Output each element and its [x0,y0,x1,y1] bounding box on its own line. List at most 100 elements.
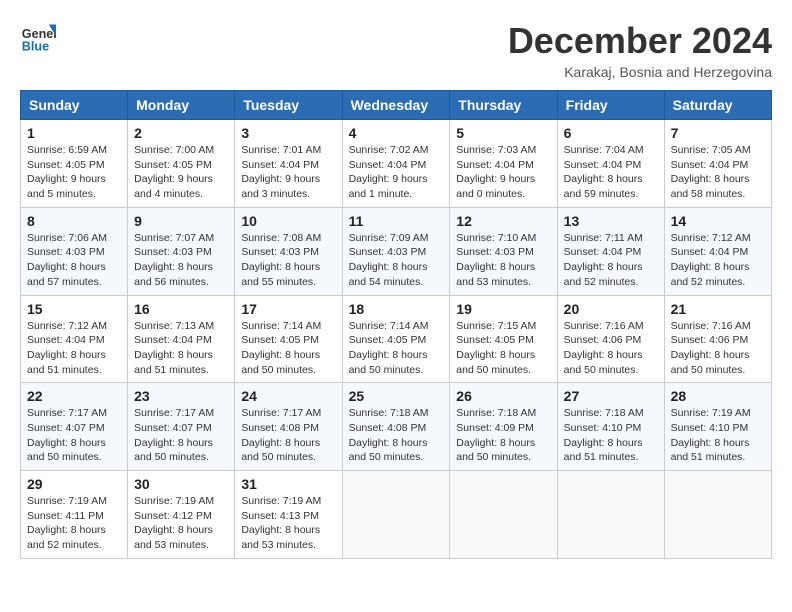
calendar-week-2: 8 Sunrise: 7:06 AMSunset: 4:03 PMDaylight… [21,207,772,295]
calendar-cell: 2Sunrise: 7:00 AMSunset: 4:05 PMDaylight… [128,120,235,208]
day-number: 18 [349,301,444,317]
calendar-cell: 30Sunrise: 7:19 AMSunset: 4:12 PMDayligh… [128,471,235,559]
day-number: 11 [349,213,444,229]
day-info: Sunrise: 7:19 AMSunset: 4:13 PMDaylight:… [241,494,335,553]
day-info: Sunrise: 7:08 AMSunset: 4:03 PMDaylight:… [241,231,335,290]
day-number: 26 [456,388,550,404]
day-info: Sunrise: 7:19 AMSunset: 4:11 PMDaylight:… [27,494,121,553]
day-info: Sunrise: 7:02 AMSunset: 4:04 PMDaylight:… [349,143,444,202]
day-number: 25 [349,388,444,404]
day-number: 24 [241,388,335,404]
calendar-week-5: 29 Sunrise: 7:19 AMSunset: 4:11 PMDayligh… [21,471,772,559]
day-number: 19 [456,301,550,317]
day-number: 13 [564,213,658,229]
day-info: Sunrise: 7:17 AMSunset: 4:07 PMDaylight:… [134,406,228,465]
calendar-cell: 12Sunrise: 7:10 AMSunset: 4:03 PMDayligh… [450,207,557,295]
day-number: 9 [134,213,228,229]
day-number: 8 [27,213,121,229]
calendar-cell: 31 Sunrise: 7:19 AMSunset: 4:13 PMDayligh… [235,471,342,559]
page-header: General Blue December 2024 Karakaj, Bosn… [20,20,772,80]
calendar-cell: 3 Sunrise: 7:01 AMSunset: 4:04 PMDaylight… [235,120,342,208]
calendar-cell: 29 Sunrise: 7:19 AMSunset: 4:11 PMDayligh… [21,471,128,559]
month-title: December 2024 [508,20,772,62]
day-number: 29 [27,476,121,492]
calendar-header-row: SundayMondayTuesdayWednesdayThursdayFrid… [21,91,772,120]
calendar-cell: 14 Sunrise: 7:12 AMSunset: 4:04 PMDayligh… [664,207,771,295]
calendar-cell: 19Sunrise: 7:15 AMSunset: 4:05 PMDayligh… [450,295,557,383]
calendar-cell: 8 Sunrise: 7:06 AMSunset: 4:03 PMDaylight… [21,207,128,295]
location: Karakaj, Bosnia and Herzegovina [508,64,772,80]
calendar-cell: 11 Sunrise: 7:09 AMSunset: 4:03 PMDayligh… [342,207,450,295]
calendar-cell: 18 Sunrise: 7:14 AMSunset: 4:05 PMDayligh… [342,295,450,383]
day-info: Sunrise: 6:59 AMSunset: 4:05 PMDaylight:… [27,143,121,202]
day-number: 2 [134,125,228,141]
calendar-table: SundayMondayTuesdayWednesdayThursdayFrid… [20,90,772,559]
day-info: Sunrise: 7:14 AMSunset: 4:05 PMDaylight:… [241,319,335,378]
day-number: 14 [671,213,765,229]
day-info: Sunrise: 7:07 AMSunset: 4:03 PMDaylight:… [134,231,228,290]
calendar-cell: 7 Sunrise: 7:05 AMSunset: 4:04 PMDaylight… [664,120,771,208]
day-info: Sunrise: 7:06 AMSunset: 4:03 PMDaylight:… [27,231,121,290]
day-info: Sunrise: 7:05 AMSunset: 4:04 PMDaylight:… [671,143,765,202]
day-number: 6 [564,125,658,141]
calendar-cell: 25 Sunrise: 7:18 AMSunset: 4:08 PMDayligh… [342,383,450,471]
svg-text:Blue: Blue [22,40,49,54]
calendar-header-friday: Friday [557,91,664,120]
calendar-cell: 15 Sunrise: 7:12 AMSunset: 4:04 PMDayligh… [21,295,128,383]
day-info: Sunrise: 7:18 AMSunset: 4:09 PMDaylight:… [456,406,550,465]
calendar-cell: 28 Sunrise: 7:19 AMSunset: 4:10 PMDayligh… [664,383,771,471]
title-block: December 2024 Karakaj, Bosnia and Herzeg… [508,20,772,80]
day-number: 16 [134,301,228,317]
calendar-week-4: 22 Sunrise: 7:17 AMSunset: 4:07 PMDayligh… [21,383,772,471]
calendar-cell: 13 Sunrise: 7:11 AMSunset: 4:04 PMDayligh… [557,207,664,295]
day-info: Sunrise: 7:13 AMSunset: 4:04 PMDaylight:… [134,319,228,378]
day-info: Sunrise: 7:11 AMSunset: 4:04 PMDaylight:… [564,231,658,290]
day-number: 1 [27,125,121,141]
calendar-cell: 20Sunrise: 7:16 AMSunset: 4:06 PMDayligh… [557,295,664,383]
day-info: Sunrise: 7:17 AMSunset: 4:08 PMDaylight:… [241,406,335,465]
day-info: Sunrise: 7:12 AMSunset: 4:04 PMDaylight:… [671,231,765,290]
day-info: Sunrise: 7:10 AMSunset: 4:03 PMDaylight:… [456,231,550,290]
day-number: 27 [564,388,658,404]
calendar-cell: 24 Sunrise: 7:17 AMSunset: 4:08 PMDayligh… [235,383,342,471]
day-number: 4 [349,125,444,141]
day-number: 3 [241,125,335,141]
day-info: Sunrise: 7:03 AMSunset: 4:04 PMDaylight:… [456,143,550,202]
day-number: 22 [27,388,121,404]
calendar-cell: 22 Sunrise: 7:17 AMSunset: 4:07 PMDayligh… [21,383,128,471]
day-number: 7 [671,125,765,141]
day-number: 23 [134,388,228,404]
calendar-cell: 1 Sunrise: 6:59 AMSunset: 4:05 PMDaylight… [21,120,128,208]
day-info: Sunrise: 7:19 AMSunset: 4:12 PMDaylight:… [134,494,228,553]
day-number: 5 [456,125,550,141]
logo: General Blue [20,20,56,56]
day-number: 28 [671,388,765,404]
day-info: Sunrise: 7:14 AMSunset: 4:05 PMDaylight:… [349,319,444,378]
day-info: Sunrise: 7:04 AMSunset: 4:04 PMDaylight:… [564,143,658,202]
calendar-header-tuesday: Tuesday [235,91,342,120]
calendar-week-1: 1 Sunrise: 6:59 AMSunset: 4:05 PMDaylight… [21,120,772,208]
calendar-header-wednesday: Wednesday [342,91,450,120]
calendar-header-monday: Monday [128,91,235,120]
calendar-cell: 16 Sunrise: 7:13 AMSunset: 4:04 PMDayligh… [128,295,235,383]
day-info: Sunrise: 7:18 AMSunset: 4:08 PMDaylight:… [349,406,444,465]
calendar-cell: 10Sunrise: 7:08 AMSunset: 4:03 PMDayligh… [235,207,342,295]
calendar-cell: 5 Sunrise: 7:03 AMSunset: 4:04 PMDaylight… [450,120,557,208]
day-number: 15 [27,301,121,317]
calendar-header-sunday: Sunday [21,91,128,120]
day-info: Sunrise: 7:16 AMSunset: 4:06 PMDaylight:… [564,319,658,378]
calendar-cell: 17 Sunrise: 7:14 AMSunset: 4:05 PMDayligh… [235,295,342,383]
day-info: Sunrise: 7:19 AMSunset: 4:10 PMDaylight:… [671,406,765,465]
calendar-cell [557,471,664,559]
calendar-cell: 9 Sunrise: 7:07 AMSunset: 4:03 PMDaylight… [128,207,235,295]
calendar-week-3: 15 Sunrise: 7:12 AMSunset: 4:04 PMDayligh… [21,295,772,383]
calendar-cell: 23 Sunrise: 7:17 AMSunset: 4:07 PMDayligh… [128,383,235,471]
calendar-cell: 27Sunrise: 7:18 AMSunset: 4:10 PMDayligh… [557,383,664,471]
logo-icon: General Blue [20,20,56,56]
day-info: Sunrise: 7:09 AMSunset: 4:03 PMDaylight:… [349,231,444,290]
day-number: 31 [241,476,335,492]
day-info: Sunrise: 7:12 AMSunset: 4:04 PMDaylight:… [27,319,121,378]
day-info: Sunrise: 7:17 AMSunset: 4:07 PMDaylight:… [27,406,121,465]
day-info: Sunrise: 7:01 AMSunset: 4:04 PMDaylight:… [241,143,335,202]
day-number: 17 [241,301,335,317]
